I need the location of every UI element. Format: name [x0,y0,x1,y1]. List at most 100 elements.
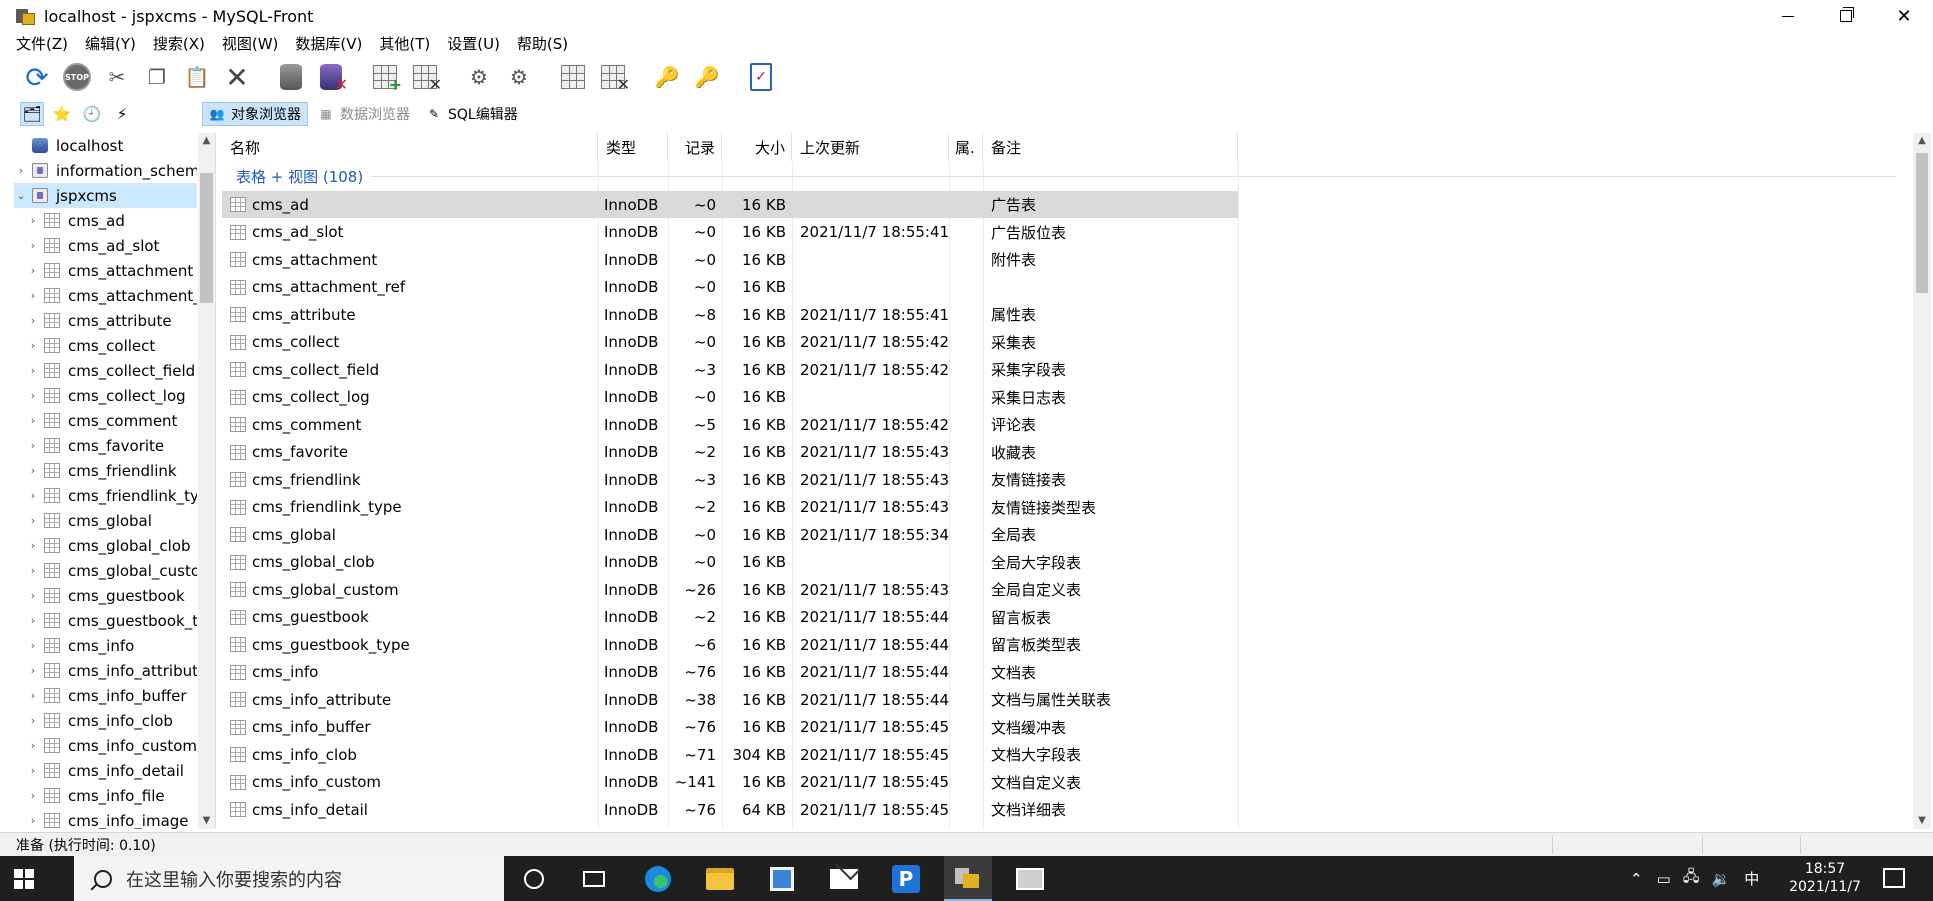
cortana-button[interactable] [510,856,558,901]
chevron-right-icon[interactable]: › [26,539,40,552]
edge-button[interactable] [634,856,682,901]
tree-table-item[interactable]: › cms_info_buffer [14,683,197,708]
table-row[interactable]: cms_favorite InnoDB ~2 16 KB 2021/11/7 18:55… [222,439,1238,466]
table-row[interactable]: cms_attachment_ref InnoDB ~0 16 KB [222,274,1238,301]
tree-table-item[interactable]: › cms_global [14,508,197,533]
table-row[interactable]: cms_global_custom InnoDB ~26 16 KB 2021/11/7… [222,576,1238,603]
tree-table-item[interactable]: › cms_guestbook [14,583,197,608]
table-row[interactable]: cms_collect_field InnoDB ~3 16 KB 2021/11/7 … [222,356,1238,383]
remove-index-icon[interactable]: ✕ [598,62,630,94]
quick-search-icon[interactable]: ⚡ [110,102,134,126]
tree-table-item[interactable]: › cms_attachment_ref [14,283,197,308]
menu-help[interactable]: 帮助(S) [517,33,568,54]
add-index-icon[interactable] [558,62,588,92]
chevron-right-icon[interactable]: › [26,714,40,727]
tab-object-browser[interactable]: 👥 对象浏览器 [202,102,308,126]
close-button[interactable]: ✕ [1875,0,1933,32]
chevron-right-icon[interactable]: › [26,514,40,527]
paste-icon[interactable]: 📋 [182,62,212,92]
scroll-down-icon[interactable]: ▼ [198,813,215,829]
task-view-button[interactable] [570,856,618,901]
tree-table-item[interactable]: › cms_ad [14,208,197,233]
tree-server-localhost[interactable]: localhost [14,133,197,158]
tab-data-browser[interactable]: ▦ 数据浏览器 [312,102,416,126]
db-icon[interactable] [276,62,306,92]
tree-table-item[interactable]: › cms_global_clob [14,533,197,558]
chevron-right-icon[interactable]: › [26,589,40,602]
chevron-right-icon[interactable]: › [26,264,40,277]
refresh-icon[interactable]: ⟳ [22,61,52,94]
chevron-right-icon[interactable]: › [26,414,40,427]
copy-icon[interactable]: ❐ [142,62,172,92]
chevron-right-icon[interactable]: › [26,339,40,352]
tree-table-item[interactable]: › cms_info [14,633,197,658]
minimize-button[interactable] [1759,0,1817,32]
table-row[interactable]: cms_ad InnoDB ~0 16 KB 广告表 [222,191,1238,218]
chevron-right-icon[interactable]: › [26,364,40,377]
add-table-icon[interactable]: + [370,62,402,94]
add-key-icon[interactable]: 🔑 [652,62,682,92]
tree-table-item[interactable]: › cms_friendlink [14,458,197,483]
scroll-up-icon[interactable]: ▲ [1913,133,1931,149]
table-row[interactable]: cms_guestbook InnoDB ~2 16 KB 2021/11/7 18:5… [222,604,1238,631]
tab-sql-editor[interactable]: ✎ SQL编辑器 [420,102,524,126]
table-row[interactable]: cms_info_detail InnoDB ~76 64 KB 2021/11/7 1… [222,796,1238,823]
chevron-right-icon[interactable]: › [26,764,40,777]
table-row[interactable]: cms_ad_slot InnoDB ~0 16 KB 2021/11/7 18:55:… [222,219,1238,246]
scroll-up-icon[interactable]: ▲ [198,133,215,149]
column-header-type[interactable]: 类型 [598,133,668,161]
table-row[interactable]: cms_info_buffer InnoDB ~76 16 KB 2021/11/7 1… [222,714,1238,741]
tree-table-item[interactable]: › cms_ad_slot [14,233,197,258]
table-row[interactable]: cms_attribute InnoDB ~8 16 KB 2021/11/7 18:5… [222,301,1238,328]
table-row[interactable]: cms_collect_log InnoDB ~0 16 KB 采集日志表 [222,384,1238,411]
store-button[interactable] [758,856,806,901]
tree-table-item[interactable]: › cms_attachment [14,258,197,283]
favorites-icon[interactable]: ⭐ [50,102,74,126]
drop-table-icon[interactable]: ✕ [410,62,442,94]
cut-icon[interactable]: ✂ [102,62,132,92]
chevron-right-icon[interactable]: › [26,614,40,627]
chevron-right-icon[interactable]: › [26,639,40,652]
table-row[interactable]: cms_info InnoDB ~76 16 KB 2021/11/7 18:55:44… [222,659,1238,686]
tree-table-item[interactable]: › cms_info_file [14,783,197,808]
tree-db-jspxcms[interactable]: ⌄ jspxcms [14,183,197,208]
column-header-comment[interactable]: 备注 [983,133,1238,161]
tree-table-item[interactable]: › cms_collect [14,333,197,358]
restore-button[interactable] [1817,0,1875,32]
tree-table-item[interactable]: › cms_collect_log [14,383,197,408]
chevron-up-icon[interactable]: ⌃ [1630,870,1643,888]
chevron-right-icon[interactable]: › [26,239,40,252]
tree-view-icon[interactable]: 🗂 [20,102,44,126]
tree-table-item[interactable]: › cms_attribute [14,308,197,333]
volume-icon[interactable]: 🔉 [1712,870,1731,888]
table-row[interactable]: cms_global InnoDB ~0 16 KB 2021/11/7 18:55:3… [222,521,1238,548]
add-column-icon[interactable]: ⚙ [464,62,494,92]
remove-column-icon[interactable]: ⚙ [504,62,534,92]
ime-indicator[interactable]: 中 [1744,868,1759,889]
chevron-right-icon[interactable]: › [26,564,40,577]
tree-table-item[interactable]: › cms_collect_field [14,358,197,383]
tree-scroll-thumb[interactable] [200,173,213,303]
table-row[interactable]: cms_info_clob InnoDB ~71 304 KB 2021/11/7 18… [222,741,1238,768]
battery-icon[interactable]: ▭ [1657,870,1671,888]
column-header-updated[interactable]: 上次更新 [792,133,949,161]
tree-table-item[interactable]: › cms_info_custom [14,733,197,758]
chevron-right-icon[interactable]: › [26,489,40,502]
chevron-right-icon[interactable]: › [26,814,40,827]
column-header-name[interactable]: 名称 [222,133,598,161]
chevron-right-icon[interactable]: › [26,464,40,477]
menu-database[interactable]: 数据库(V) [295,33,362,54]
scroll-down-icon[interactable]: ▼ [1913,813,1931,829]
checklist-icon[interactable]: ✓ [746,62,776,92]
menu-edit[interactable]: 编辑(Y) [85,33,136,54]
menu-settings[interactable]: 设置(U) [447,33,500,54]
grid-scroll-thumb[interactable] [1916,153,1928,293]
tree-table-item[interactable]: › cms_info_clob [14,708,197,733]
chevron-right-icon[interactable]: › [26,739,40,752]
chevron-right-icon[interactable]: › [26,389,40,402]
stop-button[interactable]: STOP [62,62,92,92]
start-button[interactable] [0,856,48,901]
chevron-right-icon[interactable]: › [14,164,28,177]
chevron-right-icon[interactable]: › [26,214,40,227]
menu-search[interactable]: 搜索(X) [153,33,205,54]
